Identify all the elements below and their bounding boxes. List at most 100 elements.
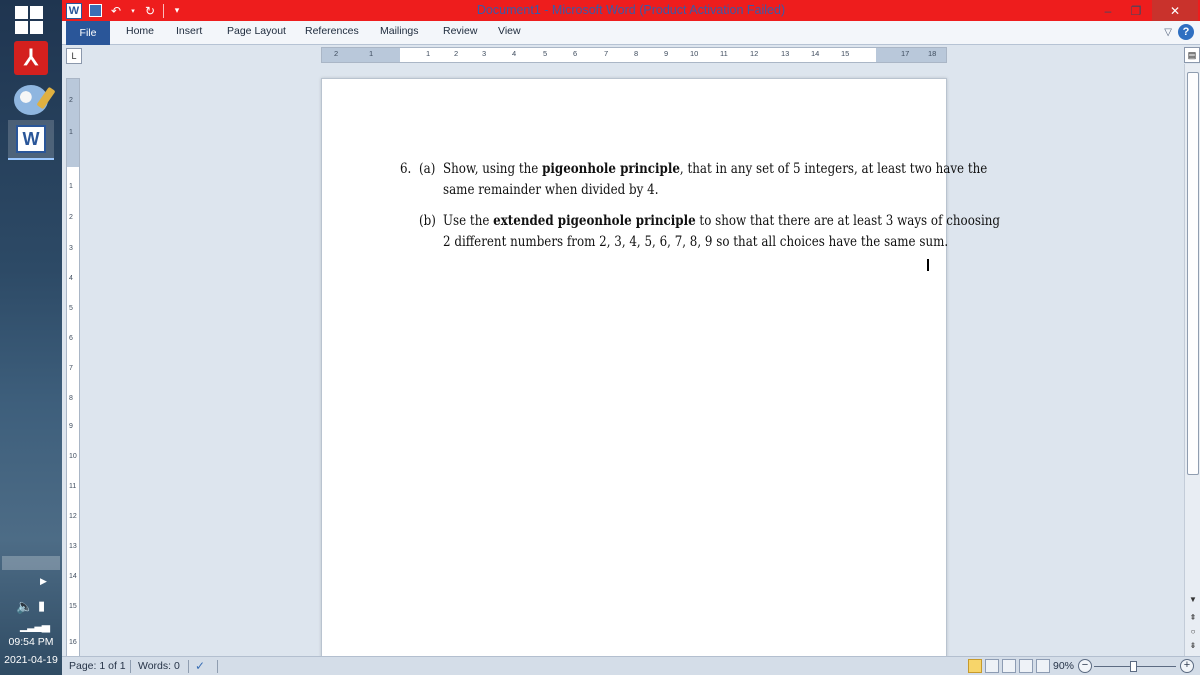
ruler-number: 1 (426, 49, 431, 58)
expand-ribbon-icon[interactable]: ▽ (1164, 27, 1172, 38)
scrollbar-thumb[interactable] (1187, 72, 1199, 475)
clock-date[interactable]: 2021-04-19 (0, 654, 62, 666)
part-a-label: (a) (419, 161, 436, 177)
print-layout-view-icon[interactable] (968, 659, 982, 673)
ruler-number: 1 (69, 129, 73, 136)
ruler-number: 5 (543, 49, 548, 58)
vertical-scrollbar[interactable]: ▼ ⇞ ○ ⇟ (1184, 64, 1200, 656)
part-a-line-1: Show, using the pigeonhole principle, th… (443, 159, 987, 180)
minimize-button[interactable]: – (1094, 0, 1122, 21)
battery-icon[interactable]: ▮ (38, 598, 45, 614)
screen: ⅄ W ▶ 🔈 ▮ ▁▂▃▄ 09:54 PM 2021-04-19 W ↶ ▾… (0, 0, 1200, 675)
scroll-down-icon[interactable]: ▼ (1185, 592, 1200, 606)
next-page-icon[interactable]: ⇟ (1185, 638, 1200, 652)
document-area: 6. (a) Show, using the pigeonhole princi… (84, 65, 1182, 656)
status-separator (130, 660, 131, 673)
restore-button[interactable]: ❐ (1122, 0, 1150, 21)
vertical-ruler[interactable]: 2 1 1 2 3 4 5 6 7 8 9 10 11 12 13 14 15 … (66, 78, 80, 658)
ruler-number: 12 (750, 49, 759, 58)
volume-icon[interactable]: 🔈 (16, 598, 33, 615)
web-layout-view-icon[interactable] (1002, 659, 1016, 673)
ruler-number: 10 (690, 49, 699, 58)
close-icon: ✕ (1169, 3, 1181, 18)
previous-page-icon[interactable]: ⇞ (1185, 610, 1200, 624)
show-hidden-icons-icon[interactable]: ▶ (40, 576, 47, 587)
ruler-number: 18 (928, 49, 937, 58)
part-a-line-2: same remainder when divided by 4. (443, 182, 659, 198)
zoom-in-icon[interactable]: + (1180, 659, 1194, 673)
draft-view-icon[interactable] (1036, 659, 1050, 673)
help-icon[interactable]: ? (1178, 24, 1194, 40)
ruler-number: 7 (69, 365, 73, 372)
part-b-line-1: Use the extended pigeonhole principle to… (443, 211, 1000, 232)
network-signal-icon[interactable]: ▁▂▃▄ (20, 618, 50, 632)
proofing-icon[interactable]: ✓ (195, 659, 211, 673)
ribbon-right-controls: ▽ ? (1164, 24, 1194, 40)
ruler-number: 3 (482, 49, 487, 58)
ruler-number: 4 (512, 49, 517, 58)
view-ruler-button[interactable]: ▤ (1184, 47, 1200, 63)
full-screen-reading-view-icon[interactable] (985, 659, 999, 673)
text-cursor (927, 259, 929, 271)
ruler-number: 8 (69, 395, 73, 402)
word-icon: W (16, 125, 46, 153)
ruler-number: 10 (69, 453, 77, 460)
ruler-number: 8 (634, 49, 639, 58)
zoom-out-icon[interactable]: − (1078, 659, 1092, 673)
ruler-number: 2 (454, 49, 459, 58)
ruler-number: 6 (69, 335, 73, 342)
ruler-number: 14 (69, 573, 77, 580)
tab-file[interactable]: File (66, 21, 110, 45)
taskbar-paint[interactable] (8, 80, 54, 120)
problem-number: 6. (400, 161, 412, 177)
paint-icon (14, 85, 48, 115)
ruler-number: 1 (369, 49, 374, 58)
document-page[interactable]: 6. (a) Show, using the pigeonhole princi… (321, 78, 1000, 656)
tab-insert[interactable]: Insert (176, 25, 202, 37)
outline-view-icon[interactable] (1019, 659, 1033, 673)
ruler-number: 12 (69, 513, 77, 520)
ruler-number: 3 (69, 245, 73, 252)
tab-home[interactable]: Home (126, 25, 154, 37)
tab-selector[interactable]: L (66, 48, 82, 64)
tab-page-layout[interactable]: Page Layout (227, 25, 286, 37)
ruler-top-margin (67, 79, 79, 167)
zoom-slider-thumb[interactable] (1130, 661, 1137, 672)
part-a-text: , that in any set of 5 integers, at leas… (679, 161, 988, 177)
part-b-line-2: 2 different numbers from 2, 3, 4, 5, 6, … (443, 234, 949, 250)
windows-logo-icon (15, 6, 28, 19)
zoom-level[interactable]: 90% (1053, 660, 1074, 672)
windows-taskbar: ⅄ W ▶ 🔈 ▮ ▁▂▃▄ 09:54 PM 2021-04-19 (0, 0, 62, 675)
ruler-number: 2 (334, 49, 339, 58)
word-count[interactable]: Words: 0 (138, 660, 180, 672)
status-separator (188, 660, 189, 673)
ruler-number: 11 (720, 49, 728, 58)
status-bar: Page: 1 of 1 Words: 0 ✓ 90% − + (62, 656, 1200, 675)
select-browse-object-icon[interactable]: ○ (1185, 624, 1200, 638)
minimize-icon: – (1104, 3, 1112, 18)
status-separator (217, 660, 218, 673)
ruler-number: 15 (69, 603, 77, 610)
part-b-label: (b) (419, 213, 436, 229)
taskbar-acrobat[interactable]: ⅄ (8, 38, 54, 78)
ruler-number: 4 (69, 275, 73, 282)
ruler-number: 9 (69, 423, 73, 430)
part-b-text: to show that there are at least 3 ways o… (695, 213, 1001, 229)
pigeonhole-principle-term: pigeonhole principle (542, 161, 680, 177)
tray-bar (2, 556, 60, 570)
ruler-number: 6 (573, 49, 578, 58)
close-button[interactable]: ✕ (1152, 0, 1198, 21)
window-title: Document1 - Microsoft Word (Product Acti… (476, 3, 786, 17)
tab-references[interactable]: References (305, 25, 359, 37)
tab-mailings[interactable]: Mailings (380, 25, 419, 37)
tab-view[interactable]: View (498, 25, 521, 37)
page-count[interactable]: Page: 1 of 1 (69, 660, 126, 672)
taskbar-word[interactable]: W (8, 120, 54, 160)
tab-review[interactable]: Review (443, 25, 477, 37)
start-button[interactable] (15, 6, 45, 36)
part-b-text: Use the (443, 213, 494, 229)
ruler-number: 14 (811, 49, 820, 58)
horizontal-ruler[interactable]: 2 1 1 2 3 4 5 6 7 8 9 10 11 12 13 14 15 … (321, 47, 947, 63)
clock-time[interactable]: 09:54 PM (0, 636, 62, 648)
ruler-number: 16 (69, 639, 77, 646)
